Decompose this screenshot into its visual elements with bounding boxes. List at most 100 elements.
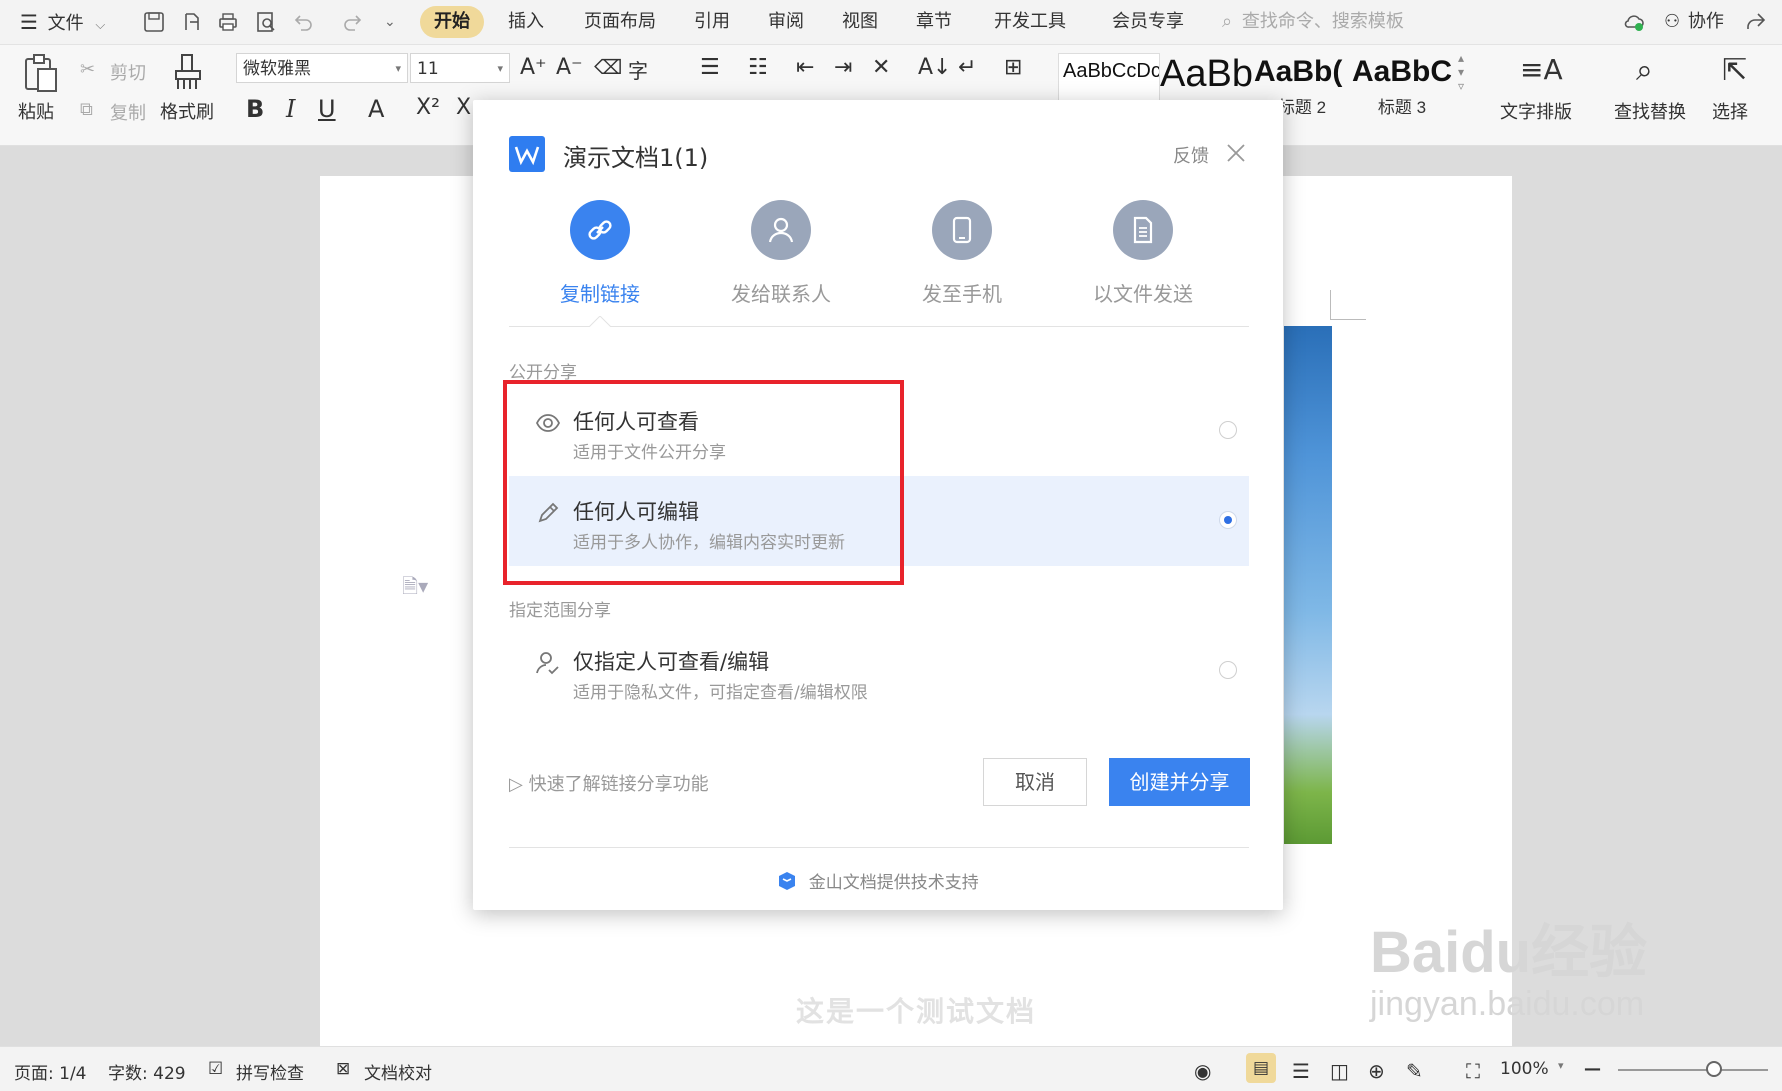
zoom-slider-handle[interactable] xyxy=(1706,1061,1722,1077)
subscript-icon[interactable]: X xyxy=(456,95,471,120)
tab-view[interactable]: 视图 xyxy=(834,6,886,38)
word-count[interactable]: 字数: 429 xyxy=(108,1059,186,1084)
phonetic-icon[interactable]: 字 xyxy=(628,55,648,84)
spell-check-button[interactable]: 拼写检查 xyxy=(236,1059,304,1084)
outdent-icon[interactable]: ⇤ xyxy=(796,55,814,80)
paste-button[interactable]: 粘贴 xyxy=(18,98,54,124)
find-replace-button[interactable]: 查找替换 xyxy=(1614,98,1686,124)
cloud-sync-icon[interactable] xyxy=(1622,10,1646,34)
zoom-slider[interactable] xyxy=(1618,1069,1768,1071)
permission-radio-selected[interactable] xyxy=(1219,511,1237,529)
chinese-layout-icon[interactable]: ✕ xyxy=(872,55,890,80)
tabs-divider xyxy=(509,326,1249,327)
fit-page-icon[interactable]: ⛶ xyxy=(1466,1059,1480,1083)
cut-button[interactable]: 剪切 xyxy=(110,59,146,85)
chevron-down-icon[interactable]: ▾ xyxy=(1558,1059,1564,1072)
collab-button[interactable]: ⚇ 协作 xyxy=(1664,8,1724,36)
clear-format-icon[interactable]: ⌫ xyxy=(594,55,622,79)
page-count[interactable]: 页面: 1/4 xyxy=(14,1059,87,1084)
tab-insert[interactable]: 插入 xyxy=(500,6,552,38)
text-layout-icon[interactable]: ≡A xyxy=(1520,53,1563,86)
permission-edit-anyone[interactable]: 任何人可编辑 适用于多人协作，编辑内容实时更新 xyxy=(509,476,1249,566)
reading-view-icon[interactable]: ◫ xyxy=(1330,1059,1349,1083)
underline-icon[interactable]: U xyxy=(318,95,336,123)
dialog-title: 演示文档1(1) xyxy=(563,144,709,172)
permission-view-anyone[interactable]: 任何人可查看 适用于文件公开分享 xyxy=(509,386,1249,476)
share-option-contact[interactable]: 发给联系人 xyxy=(711,200,851,307)
styles-scroll-icon[interactable]: ▴ ▾ ▿ xyxy=(1458,51,1464,93)
watermark-brand: Baidu经验 xyxy=(1370,920,1648,985)
corner-mark xyxy=(1330,290,1331,320)
feedback-link[interactable]: 反馈 xyxy=(1173,142,1209,168)
show-marks-icon[interactable]: ↵ xyxy=(958,55,976,80)
find-icon[interactable]: ⌕ xyxy=(1636,53,1653,88)
select-button[interactable]: 选择 xyxy=(1712,98,1748,124)
permission-desc: 适用于文件公开分享 xyxy=(573,443,726,463)
search-icon: ⌕ xyxy=(1222,11,1233,32)
grow-font-icon[interactable]: A⁺ xyxy=(520,55,547,80)
more-icon[interactable]: ⌄ xyxy=(384,8,396,36)
share-option-phone[interactable]: 发至手机 xyxy=(892,200,1032,307)
create-share-button[interactable]: 创建并分享 xyxy=(1109,758,1250,806)
share-icon[interactable] xyxy=(1744,10,1768,34)
format-painter-icon[interactable] xyxy=(170,53,206,93)
zoom-out-icon[interactable]: — xyxy=(1584,1059,1601,1079)
page-view-icon[interactable]: ▤ xyxy=(1246,1053,1276,1083)
font-name-value: 微软雅黑 xyxy=(243,59,311,79)
kdocs-logo-icon xyxy=(779,872,796,890)
style-heading-3[interactable]: AaBbC 标题 3 xyxy=(1352,53,1452,115)
permission-radio[interactable] xyxy=(1219,421,1237,439)
tab-chapter[interactable]: 章节 xyxy=(908,6,960,38)
indent-icon[interactable]: ⇥ xyxy=(834,55,852,80)
help-link[interactable]: ▷ 快速了解链接分享功能 xyxy=(509,770,709,796)
paste-icon[interactable] xyxy=(22,53,60,93)
bullet-list-icon[interactable]: ☰ xyxy=(700,55,720,80)
doc-proof-button[interactable]: 文档校对 xyxy=(364,1059,432,1084)
font-color-icon[interactable]: A xyxy=(368,95,384,123)
pen-icon[interactable]: ✎ xyxy=(1406,1059,1423,1083)
permission-radio[interactable] xyxy=(1219,661,1237,679)
permission-specified-people[interactable]: 仅指定人可查看/编辑 适用于隐私文件，可指定查看/编辑权限 xyxy=(509,626,1249,716)
document-image[interactable] xyxy=(1284,326,1332,844)
font-name-select[interactable]: 微软雅黑 ▾ xyxy=(236,53,408,83)
undo-icon[interactable] xyxy=(292,10,316,34)
print-icon[interactable] xyxy=(216,10,240,34)
powered-by: 金山文档提供技术支持 xyxy=(473,868,1283,893)
copy-button[interactable]: 复制 xyxy=(110,99,146,125)
format-painter-button[interactable]: 格式刷 xyxy=(160,98,214,124)
share-option-label: 以文件发送 xyxy=(1093,282,1193,306)
font-size-select[interactable]: 11 ▾ xyxy=(410,53,510,83)
paragraph-layout-icon[interactable]: 🗎▾ xyxy=(402,572,428,606)
eye-protect-icon[interactable]: ◉ xyxy=(1194,1059,1211,1083)
preview-icon[interactable] xyxy=(254,10,278,34)
tab-review[interactable]: 审阅 xyxy=(760,6,812,38)
italic-icon[interactable]: I xyxy=(286,95,295,123)
close-icon[interactable] xyxy=(1225,142,1247,164)
tab-page-layout[interactable]: 页面布局 xyxy=(576,6,664,38)
table-border-icon[interactable]: ⊞ xyxy=(1004,55,1022,80)
tab-developer[interactable]: 开发工具 xyxy=(986,6,1074,38)
share-option-file[interactable]: 以文件发送 xyxy=(1073,200,1213,307)
tab-home[interactable]: 开始 xyxy=(420,6,484,38)
corner-mark xyxy=(1330,319,1366,320)
share-option-copy-link[interactable]: 复制链接 xyxy=(530,200,670,307)
export-icon[interactable] xyxy=(180,10,204,34)
tab-references[interactable]: 引用 xyxy=(686,6,738,38)
cursor-icon[interactable]: ⇱ xyxy=(1722,53,1747,88)
save-icon[interactable] xyxy=(142,10,166,34)
numbered-list-icon[interactable]: ☷ xyxy=(748,55,768,80)
tab-member[interactable]: 会员专享 xyxy=(1104,6,1192,38)
menu-button[interactable]: ☰ 文件 ⌵ xyxy=(20,8,105,36)
cancel-button[interactable]: 取消 xyxy=(983,758,1087,806)
superscript-icon[interactable]: X² xyxy=(416,95,440,120)
web-view-icon[interactable]: ⊕ xyxy=(1368,1059,1385,1083)
outline-view-icon[interactable]: ☰ xyxy=(1292,1059,1310,1083)
bold-icon[interactable]: B xyxy=(246,95,264,123)
redo-icon[interactable] xyxy=(340,10,364,34)
command-search[interactable]: ⌕ 查找命令、搜索模板 xyxy=(1222,8,1404,36)
sort-icon[interactable]: A↓ xyxy=(918,55,951,80)
zoom-level[interactable]: 100% xyxy=(1500,1059,1549,1079)
footer-divider xyxy=(509,847,1249,848)
shrink-font-icon[interactable]: A⁻ xyxy=(556,55,583,80)
text-layout-button[interactable]: 文字排版 xyxy=(1500,98,1572,124)
